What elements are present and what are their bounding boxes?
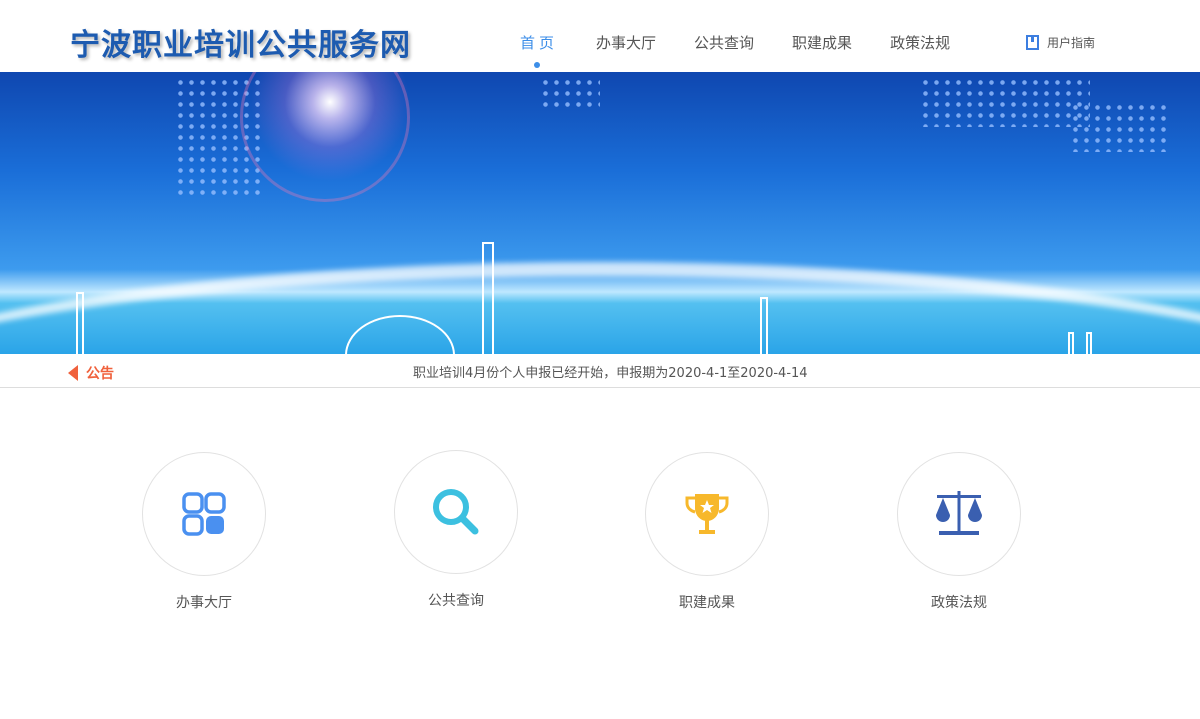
book-icon bbox=[1026, 35, 1039, 50]
trophy-icon bbox=[685, 494, 729, 534]
main-nav: 首页 办事大厅 公共查询 职建成果 政策法规 bbox=[520, 32, 988, 68]
card-label: 办事大厅 bbox=[176, 595, 232, 611]
header: 宁波职业培训公共服务网 首页 办事大厅 公共查询 职建成果 政策法规 用户指南 bbox=[0, 0, 1200, 72]
notice-label: 公告 bbox=[86, 366, 114, 382]
user-guide-label: 用户指南 bbox=[1047, 36, 1096, 50]
nav-service-hall[interactable]: 办事大厅 bbox=[596, 32, 656, 53]
nav-public-query[interactable]: 公共查询 bbox=[694, 32, 754, 53]
card-public-query[interactable]: 公共查询 bbox=[394, 450, 518, 610]
card-achievements[interactable]: 职建成果 bbox=[645, 452, 769, 612]
card-policies[interactable]: 政策法规 bbox=[897, 452, 1021, 612]
nav-achievements[interactable]: 职建成果 bbox=[792, 32, 852, 53]
card-label: 职建成果 bbox=[679, 595, 735, 611]
card-label: 政策法规 bbox=[931, 595, 987, 611]
speaker-icon bbox=[68, 365, 78, 381]
nav-home[interactable]: 首页 bbox=[520, 32, 558, 68]
scales-icon bbox=[936, 491, 982, 535]
user-guide-link[interactable]: 用户指南 bbox=[1026, 34, 1095, 51]
grid-icon bbox=[182, 492, 226, 536]
hero-banner bbox=[0, 72, 1200, 354]
search-icon bbox=[433, 489, 479, 535]
nav-policies[interactable]: 政策法规 bbox=[890, 32, 950, 53]
card-label: 公共查询 bbox=[428, 593, 484, 609]
notice-text[interactable]: 职业培训4月份个人申报已经开始，申报期为2020-4-1至2020-4-14 bbox=[413, 362, 808, 381]
card-service-hall[interactable]: 办事大厅 bbox=[142, 452, 266, 612]
notice-bar: 公告 职业培训4月份个人申报已经开始，申报期为2020-4-1至2020-4-1… bbox=[0, 354, 1200, 388]
site-logo[interactable]: 宁波职业培训公共服务网 bbox=[70, 20, 411, 64]
